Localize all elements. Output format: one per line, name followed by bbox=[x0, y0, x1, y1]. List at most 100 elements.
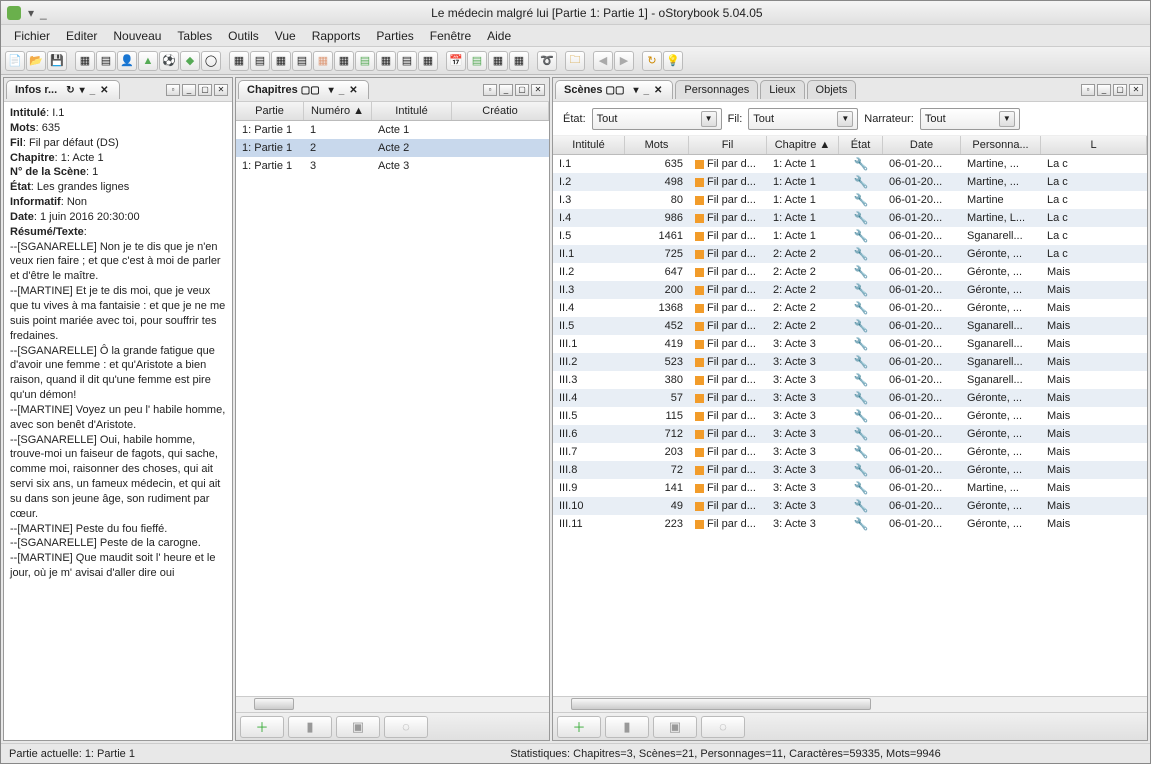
min-icon[interactable]: _ bbox=[337, 85, 347, 96]
tab-objets[interactable]: Objets bbox=[807, 80, 857, 99]
tool-view3-icon[interactable]: ▦ bbox=[271, 51, 291, 71]
col-numero[interactable]: Numéro ▲ bbox=[304, 102, 372, 120]
tool-chart-icon[interactable]: ▤ bbox=[467, 51, 487, 71]
pane-min-icon[interactable]: _ bbox=[182, 84, 196, 96]
pane-close-icon[interactable]: ✕ bbox=[214, 84, 228, 96]
tab-scènes[interactable]: Scènes ▢▢▾_✕ bbox=[555, 80, 673, 99]
pane-float-icon[interactable]: ▫ bbox=[166, 84, 180, 96]
scene-hscroll[interactable] bbox=[553, 696, 1147, 712]
pane-min-icon[interactable]: _ bbox=[1097, 84, 1111, 96]
col-partie[interactable]: Partie bbox=[236, 102, 304, 120]
tool-object-icon[interactable]: ⚽ bbox=[159, 51, 179, 71]
table-row[interactable]: 1: Partie 12Acte 2 bbox=[236, 139, 549, 157]
col-sc-int[interactable]: Intitulé bbox=[553, 136, 625, 154]
table-row[interactable]: II.41368Fil par d...2: Acte 2🔧06-01-20..… bbox=[553, 299, 1147, 317]
col-sc-etat[interactable]: État bbox=[839, 136, 883, 154]
tool-grid-icon[interactable]: ▦ bbox=[509, 51, 529, 71]
tool-chart2-icon[interactable]: ▦ bbox=[488, 51, 508, 71]
misc-button[interactable]: ◌ bbox=[384, 716, 428, 738]
misc-button[interactable]: ◌ bbox=[701, 716, 745, 738]
table-row[interactable]: III.457Fil par d...3: Acte 3🔧06-01-20...… bbox=[553, 389, 1147, 407]
pane-float-icon[interactable]: ▫ bbox=[483, 84, 497, 96]
table-row[interactable]: III.7203Fil par d...3: Acte 3🔧06-01-20..… bbox=[553, 443, 1147, 461]
table-row[interactable]: I.51461Fil par d...1: Acte 1🔧06-01-20...… bbox=[553, 227, 1147, 245]
opt-icon[interactable]: ▾ bbox=[327, 85, 336, 96]
menu-outils[interactable]: Outils bbox=[221, 26, 266, 46]
tool-spiral-icon[interactable]: ➰ bbox=[537, 51, 557, 71]
copy-button[interactable]: ▣ bbox=[653, 716, 697, 738]
table-row[interactable]: III.2523Fil par d...3: Acte 3🔧06-01-20..… bbox=[553, 353, 1147, 371]
window-min-icon[interactable]: _ bbox=[40, 6, 47, 20]
add-button[interactable]: ＋ bbox=[240, 716, 284, 738]
col-sc-mots[interactable]: Mots bbox=[625, 136, 689, 154]
table-row[interactable]: I.1635Fil par d...1: Acte 1🔧06-01-20...M… bbox=[553, 155, 1147, 173]
tool-view5-icon[interactable]: ▦ bbox=[313, 51, 333, 71]
col-sc-date[interactable]: Date bbox=[883, 136, 961, 154]
tool-idea-icon[interactable]: 💡 bbox=[663, 51, 683, 71]
filter-etat-combo[interactable]: Tout▼ bbox=[592, 108, 722, 130]
tab-lieux[interactable]: Lieux bbox=[760, 80, 804, 99]
tool-view4-icon[interactable]: ▤ bbox=[292, 51, 312, 71]
delete-button[interactable]: ▮ bbox=[605, 716, 649, 738]
add-button[interactable]: ＋ bbox=[557, 716, 601, 738]
pane-min-icon[interactable]: _ bbox=[499, 84, 513, 96]
filter-fil-combo[interactable]: Tout▼ bbox=[748, 108, 858, 130]
menu-rapports[interactable]: Rapports bbox=[305, 26, 368, 46]
menu-aide[interactable]: Aide bbox=[480, 26, 518, 46]
opt-icon[interactable]: ▾ bbox=[631, 85, 640, 96]
tool-calendar-icon[interactable]: 📅 bbox=[446, 51, 466, 71]
tool-person-icon[interactable]: 👤 bbox=[117, 51, 137, 71]
menu-tables[interactable]: Tables bbox=[170, 26, 219, 46]
tool-tag-icon[interactable]: ◆ bbox=[180, 51, 200, 71]
table-row[interactable]: I.380Fil par d...1: Acte 1🔧06-01-20...Ma… bbox=[553, 191, 1147, 209]
tool-fwd-icon[interactable]: ▶ bbox=[614, 51, 634, 71]
menu-vue[interactable]: Vue bbox=[268, 26, 303, 46]
table-row[interactable]: 1: Partie 11Acte 1 bbox=[236, 121, 549, 139]
min-icon[interactable]: _ bbox=[88, 85, 98, 96]
tab-chapitres[interactable]: Chapitres ▢▢ ▾ _ ✕ bbox=[238, 80, 369, 99]
pane-close-icon[interactable]: ✕ bbox=[531, 84, 545, 96]
pane-close-icon[interactable]: ✕ bbox=[1129, 84, 1143, 96]
table-row[interactable]: III.872Fil par d...3: Acte 3🔧06-01-20...… bbox=[553, 461, 1147, 479]
col-sc-pers[interactable]: Personna... bbox=[961, 136, 1041, 154]
info-content[interactable]: Intitulé: I.1 Mots: 635 Fil: Fil par déf… bbox=[4, 102, 232, 740]
tool-view2-icon[interactable]: ▤ bbox=[250, 51, 270, 71]
col-intitule[interactable]: Intitulé bbox=[372, 102, 452, 120]
tool-view9-icon[interactable]: ▤ bbox=[397, 51, 417, 71]
col-sc-chap[interactable]: Chapitre ▲ bbox=[767, 136, 839, 154]
min-icon[interactable]: _ bbox=[641, 85, 651, 96]
tool-doc1-icon[interactable]: ▦ bbox=[75, 51, 95, 71]
tool-folder-icon[interactable]: 🗀 bbox=[565, 51, 585, 71]
table-row[interactable]: III.3380Fil par d...3: Acte 3🔧06-01-20..… bbox=[553, 371, 1147, 389]
close-icon[interactable]: ✕ bbox=[347, 85, 359, 96]
table-row[interactable]: 1: Partie 13Acte 3 bbox=[236, 157, 549, 175]
table-row[interactable]: III.1049Fil par d...3: Acte 3🔧06-01-20..… bbox=[553, 497, 1147, 515]
table-row[interactable]: III.9141Fil par d...3: Acte 3🔧06-01-20..… bbox=[553, 479, 1147, 497]
pane-max-icon[interactable]: ▢ bbox=[198, 84, 212, 96]
tool-open-icon[interactable]: 📂 bbox=[26, 51, 46, 71]
menu-fichier[interactable]: Fichier bbox=[7, 26, 57, 46]
table-row[interactable]: III.5115Fil par d...3: Acte 3🔧06-01-20..… bbox=[553, 407, 1147, 425]
table-row[interactable]: III.11223Fil par d...3: Acte 3🔧06-01-20.… bbox=[553, 515, 1147, 533]
menu-parties[interactable]: Parties bbox=[369, 26, 420, 46]
opt-icon[interactable]: ▾ bbox=[78, 85, 87, 96]
menu-editer[interactable]: Editer bbox=[59, 26, 104, 46]
tool-view10-icon[interactable]: ▦ bbox=[418, 51, 438, 71]
close-icon[interactable]: ✕ bbox=[652, 85, 664, 96]
tool-view8-icon[interactable]: ▦ bbox=[376, 51, 396, 71]
tool-refresh-icon[interactable]: ↻ bbox=[642, 51, 662, 71]
col-sc-fil[interactable]: Fil bbox=[689, 136, 767, 154]
pane-max-icon[interactable]: ▢ bbox=[515, 84, 529, 96]
table-row[interactable]: II.2647Fil par d...2: Acte 2🔧06-01-20...… bbox=[553, 263, 1147, 281]
pane-float-icon[interactable]: ▫ bbox=[1081, 84, 1095, 96]
tool-back-icon[interactable]: ◀ bbox=[593, 51, 613, 71]
tool-view1-icon[interactable]: ▦ bbox=[229, 51, 249, 71]
delete-button[interactable]: ▮ bbox=[288, 716, 332, 738]
col-creation[interactable]: Créatio bbox=[452, 102, 549, 120]
table-row[interactable]: II.5452Fil par d...2: Acte 2🔧06-01-20...… bbox=[553, 317, 1147, 335]
tab-personnages[interactable]: Personnages bbox=[675, 80, 758, 99]
tool-new-icon[interactable]: 📄 bbox=[5, 51, 25, 71]
menu-nouveau[interactable]: Nouveau bbox=[106, 26, 168, 46]
copy-button[interactable]: ▣ bbox=[336, 716, 380, 738]
tool-view7-icon[interactable]: ▤ bbox=[355, 51, 375, 71]
